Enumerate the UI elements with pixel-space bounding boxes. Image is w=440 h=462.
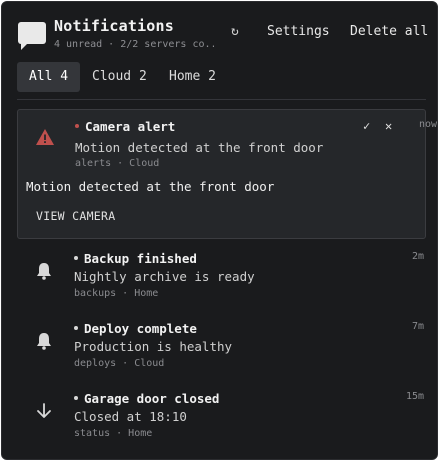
view-camera-button[interactable]: VIEW CAMERA [36,209,115,223]
notification-card[interactable]: Camera alert ✓ ✕ now Motion detected at … [17,109,437,239]
notification-title-text: Garage door closed [84,391,220,406]
notification-meta: alerts · Cloud [75,158,160,169]
notification-detail: Motion detected at the front door [26,179,275,194]
notification-time: now [418,119,437,130]
notification-message: Closed at 18:10 [74,409,187,424]
notification-meta: deploys · Cloud [74,358,165,369]
delete-all-button[interactable]: Delete all [350,24,428,39]
warning-icon [36,129,54,145]
notification-title: Backup finished [74,251,197,266]
notification-title: Deploy complete [74,321,197,336]
status-subtitle: 4 unread · 2/2 servers co... [54,39,214,50]
notification-title-text: Camera alert [85,119,176,134]
notification-time: 7m [411,321,424,332]
notification-time: 2m [411,251,424,262]
unread-dot [74,325,78,330]
notification-title-text: Deploy complete [84,321,197,336]
notification-title: Garage door closed [74,391,219,406]
notification-message: Nightly archive is ready [74,269,255,284]
notification-card[interactable]: Backup finished 2m Nightly archive is re… [17,247,426,313]
notification-meta: backups · Home [74,288,159,299]
notification-message: Production is healthy [74,339,233,354]
notification-title-text: Backup finished [84,251,197,266]
notification-title: Camera alert [75,119,175,134]
notification-time: 15m [405,391,424,402]
divider [17,99,426,100]
notification-meta: status · Home [74,428,153,439]
dismiss-button[interactable]: ✕ [385,119,392,133]
chat-bubble-icon [18,22,46,50]
unread-dot [75,123,79,128]
unread-dot [74,395,78,400]
bell-icon [37,263,51,280]
header: Notifications 4 unread · 2/2 servers co.… [2,2,437,60]
arrow-down-icon [37,403,51,418]
tab-home[interactable]: Home 2 [169,62,216,92]
bell-icon [37,333,51,350]
mark-read-button[interactable]: ✓ [363,119,370,133]
notifications-panel: Notifications 4 unread · 2/2 servers co.… [1,1,438,460]
unread-dot [74,255,78,260]
notification-message: Motion detected at the front door [75,140,324,155]
refresh-icon[interactable]: ↻ [231,24,239,39]
tab-all[interactable]: All 4 [17,62,81,92]
notification-card[interactable]: Deploy complete 7m Production is healthy… [17,317,426,383]
page-title: Notifications [54,17,174,35]
notification-card[interactable]: Garage door closed 15m Closed at 18:10 s… [17,387,426,453]
settings-button[interactable]: Settings [267,24,330,39]
tab-cloud[interactable]: Cloud 2 [92,62,147,92]
